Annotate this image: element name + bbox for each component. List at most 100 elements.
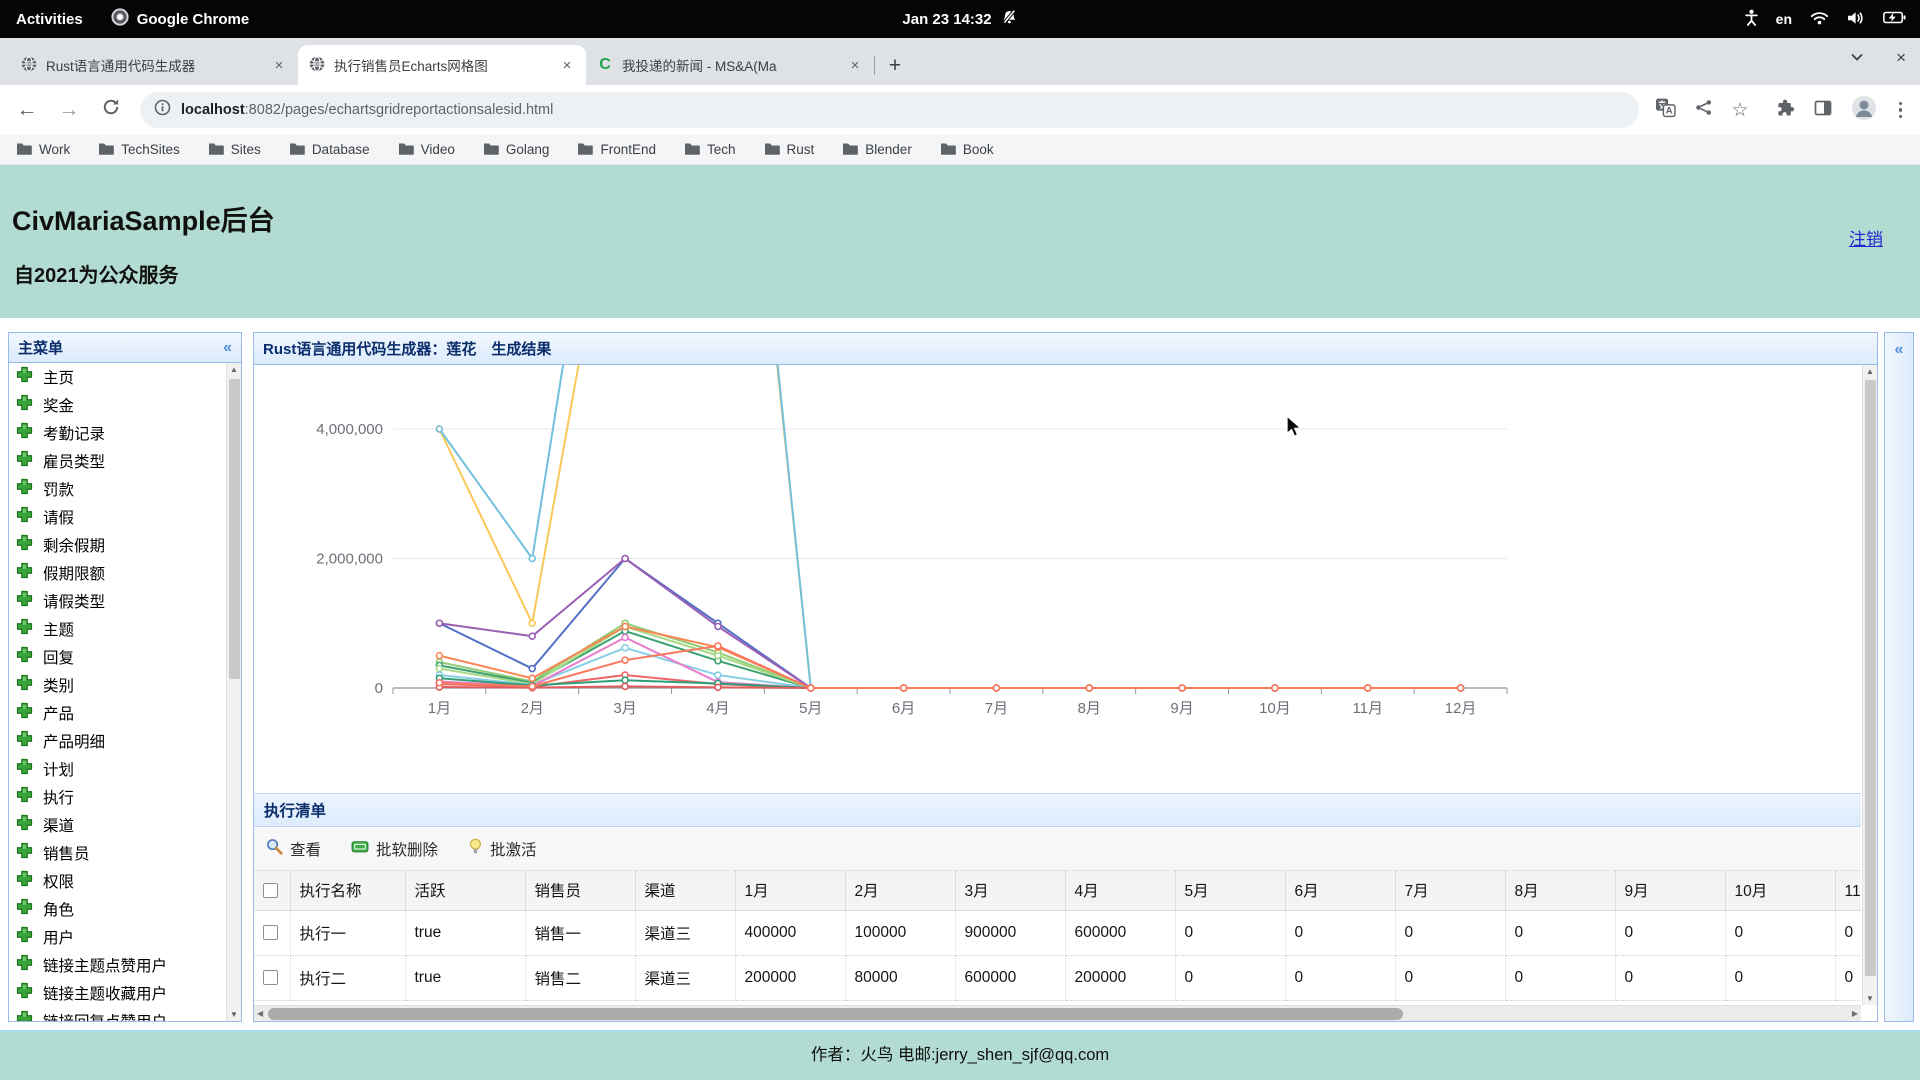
side-panel-icon[interactable] xyxy=(1813,98,1833,123)
sidebar-collapse-icon[interactable]: « xyxy=(223,339,232,357)
sidebar-scroll-thumb[interactable] xyxy=(229,379,240,679)
toolbar-button[interactable]: 批激活 xyxy=(468,838,537,860)
tab-close-icon[interactable]: × xyxy=(270,56,288,74)
accessibility-icon[interactable] xyxy=(1745,9,1758,29)
activities-button[interactable]: Activities xyxy=(16,11,83,28)
scroll-down-icon[interactable]: ▼ xyxy=(227,1010,241,1019)
clock-widget[interactable]: Jan 23 14:32 xyxy=(902,9,1017,29)
column-header[interactable]: 10月 xyxy=(1725,871,1835,910)
sidebar-item[interactable]: 角色 xyxy=(9,895,241,923)
sidebar-item[interactable]: 主题 xyxy=(9,615,241,643)
sales-chart[interactable]: 4,000,0002,000,00001月2月3月4月5月6月7月8月9月10月… xyxy=(254,365,1861,789)
bookmark-folder[interactable]: Golang xyxy=(483,142,550,158)
browser-tab[interactable]: 执行销售员Echarts网格图× xyxy=(298,45,586,85)
table-row[interactable]: 执行二true销售二渠道三200000800006000002000000000… xyxy=(254,955,1861,1000)
url-text[interactable]: localhost:8082/pages/echartsgridreportac… xyxy=(181,102,553,118)
column-header[interactable]: 11月 xyxy=(1835,871,1861,910)
sidebar-item[interactable]: 执行 xyxy=(9,783,241,811)
toolbar-button[interactable]: 查看 xyxy=(266,838,321,860)
scroll-up-icon[interactable]: ▲ xyxy=(1863,367,1877,376)
column-header[interactable]: 1月 xyxy=(735,871,845,910)
sidebar-item[interactable]: 请假类型 xyxy=(9,587,241,615)
bookmark-folder[interactable]: Rust xyxy=(764,142,815,158)
column-header[interactable]: 执行名称 xyxy=(290,871,405,910)
toolbar-button[interactable]: 批软删除 xyxy=(351,838,438,860)
profile-avatar[interactable] xyxy=(1851,95,1877,126)
extensions-puzzle-icon[interactable] xyxy=(1775,98,1795,123)
tab-close-icon[interactable]: × xyxy=(846,56,864,74)
browser-tab[interactable]: C我投递的新闻 - MS&A(Ma× xyxy=(586,45,874,85)
sidebar-item[interactable]: 请假 xyxy=(9,503,241,531)
column-header[interactable]: 9月 xyxy=(1615,871,1725,910)
sidebar-item[interactable]: 权限 xyxy=(9,867,241,895)
sidebar-item[interactable]: 剩余假期 xyxy=(9,531,241,559)
scroll-up-icon[interactable]: ▲ xyxy=(227,365,241,374)
scroll-right-icon[interactable]: ▶ xyxy=(1852,1009,1858,1018)
column-header[interactable]: 6月 xyxy=(1285,871,1395,910)
bookmark-folder[interactable]: Blender xyxy=(842,142,912,158)
reload-button[interactable] xyxy=(98,97,124,123)
sidebar-item[interactable]: 链接主题点赞用户 xyxy=(9,951,241,979)
column-header[interactable]: 3月 xyxy=(955,871,1065,910)
sidebar-item[interactable]: 主页 xyxy=(9,363,241,391)
bookmark-star-icon[interactable]: ☆ xyxy=(1731,99,1748,122)
sidebar-item[interactable]: 渠道 xyxy=(9,811,241,839)
logout-link[interactable]: 注销 xyxy=(1849,225,1883,250)
sidebar-item[interactable]: 奖金 xyxy=(9,391,241,419)
share-icon[interactable] xyxy=(1694,98,1713,122)
header-checkbox[interactable] xyxy=(263,883,278,898)
sidebar-item[interactable]: 类别 xyxy=(9,671,241,699)
sidebar-scrollbar[interactable]: ▲ ▼ xyxy=(226,363,241,1021)
right-collapse-icon[interactable]: « xyxy=(1885,341,1913,359)
tab-close-icon[interactable]: × xyxy=(558,56,576,74)
scroll-left-icon[interactable]: ◀ xyxy=(257,1009,263,1018)
sidebar-item[interactable]: 雇员类型 xyxy=(9,447,241,475)
forward-button[interactable]: → xyxy=(56,98,82,122)
new-tab-button[interactable]: + xyxy=(880,51,910,81)
sidebar-item[interactable]: 用户 xyxy=(9,923,241,951)
column-header[interactable]: 8月 xyxy=(1505,871,1615,910)
sidebar-item[interactable]: 产品明细 xyxy=(9,727,241,755)
bookmark-folder[interactable]: Tech xyxy=(684,142,736,158)
column-header[interactable]: 活跃 xyxy=(405,871,525,910)
right-collapsed-panel[interactable]: « xyxy=(1884,332,1914,1022)
sidebar-item[interactable]: 销售员 xyxy=(9,839,241,867)
scroll-down-icon[interactable]: ▼ xyxy=(1863,994,1877,1003)
bookmark-folder[interactable]: Work xyxy=(16,142,70,158)
column-header[interactable]: 7月 xyxy=(1395,871,1505,910)
bookmark-folder[interactable]: Book xyxy=(940,142,994,158)
row-checkbox[interactable] xyxy=(263,970,278,985)
sidebar-item[interactable]: 链接主题收藏用户 xyxy=(9,979,241,1007)
bookmark-folder[interactable]: TechSites xyxy=(98,142,180,158)
bookmark-folder[interactable]: Video xyxy=(398,142,455,158)
main-scroll-thumb[interactable] xyxy=(1865,380,1876,976)
window-close-icon[interactable]: × xyxy=(1896,48,1906,68)
column-header[interactable]: 渠道 xyxy=(635,871,735,910)
address-bar[interactable]: localhost:8082/pages/echartsgridreportac… xyxy=(140,92,1639,128)
column-header[interactable]: 销售员 xyxy=(525,871,635,910)
sidebar-item[interactable]: 计划 xyxy=(9,755,241,783)
bookmark-folder[interactable]: Sites xyxy=(208,142,261,158)
sidebar-item[interactable]: 链接回复点赞用户 xyxy=(9,1007,241,1021)
sidebar-item[interactable]: 回复 xyxy=(9,643,241,671)
sidebar-item[interactable]: 产品 xyxy=(9,699,241,727)
grid-horizontal-scrollbar[interactable]: ◀ ▶ xyxy=(254,1005,1861,1021)
translate-icon[interactable]: A xyxy=(1655,97,1676,123)
sidebar-item[interactable]: 假期限额 xyxy=(9,559,241,587)
bookmark-folder[interactable]: Database xyxy=(289,142,370,158)
table-row[interactable]: 执行一true销售一渠道三400000100000900000600000000… xyxy=(254,910,1861,955)
grid-hscroll-thumb[interactable] xyxy=(268,1008,1403,1020)
main-vertical-scrollbar[interactable]: ▲ ▼ xyxy=(1862,365,1877,1005)
select-all-header[interactable] xyxy=(254,871,290,910)
sidebar-item[interactable]: 罚款 xyxy=(9,475,241,503)
column-header[interactable]: 4月 xyxy=(1065,871,1175,910)
row-checkbox[interactable] xyxy=(263,925,278,940)
tab-search-chevron-icon[interactable] xyxy=(1850,48,1864,68)
back-button[interactable]: ← xyxy=(14,98,40,122)
column-header[interactable]: 2月 xyxy=(845,871,955,910)
bookmark-folder[interactable]: FrontEnd xyxy=(577,142,656,158)
browser-tab[interactable]: Rust语言通用代码生成器× xyxy=(10,45,298,85)
column-header[interactable]: 5月 xyxy=(1175,871,1285,910)
chrome-menu-icon[interactable] xyxy=(1895,102,1907,119)
focused-app-chip[interactable]: Google Chrome xyxy=(111,8,250,30)
